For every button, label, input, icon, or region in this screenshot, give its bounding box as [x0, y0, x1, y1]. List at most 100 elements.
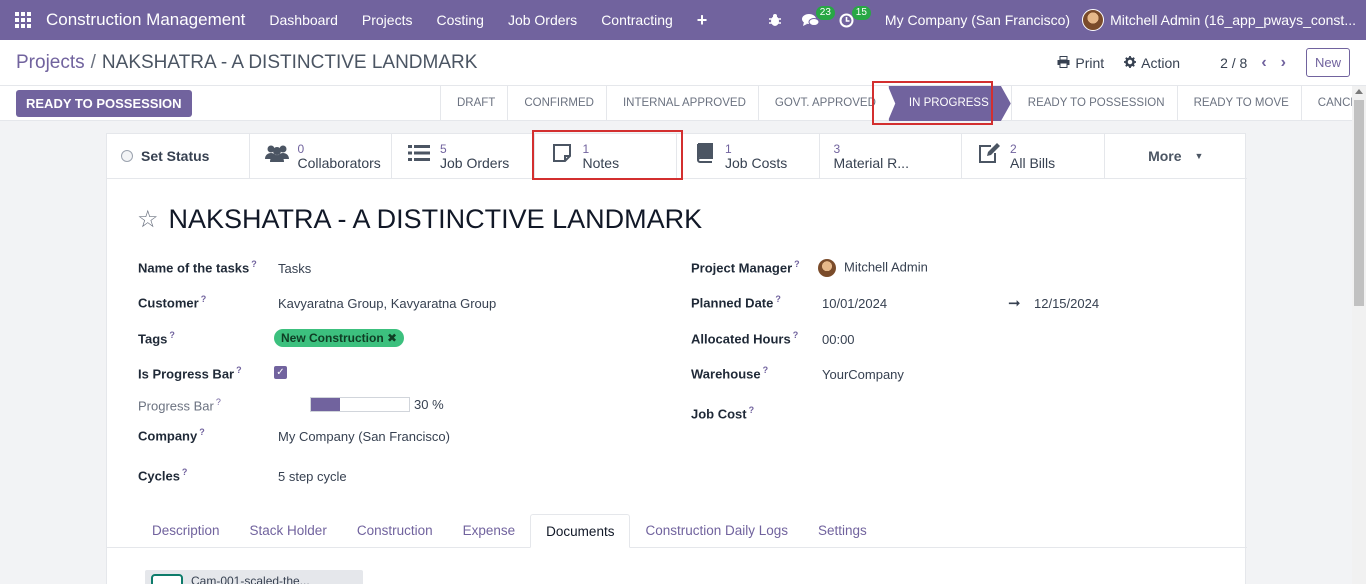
allocated-hours-value[interactable]: 00:00	[822, 332, 855, 347]
company-value[interactable]: My Company (San Francisco)	[278, 429, 450, 444]
material-requisitions-button[interactable]: 3 Material R...	[820, 134, 962, 178]
tab-documents[interactable]: Documents	[530, 514, 631, 548]
main-navbar: Construction Management Dashboard Projec…	[0, 0, 1366, 40]
job-costs-label: Job Costs	[725, 155, 788, 171]
status-bar: READY TO POSSESSION DRAFT CONFIRMED INTE…	[0, 86, 1366, 121]
planned-end-date[interactable]: 12/15/2024	[1034, 296, 1099, 311]
user-avatar[interactable]	[1082, 9, 1105, 31]
collaborators-button[interactable]: 0 Collaborators	[250, 134, 392, 178]
plus-icon[interactable]: +	[685, 0, 720, 40]
pager-next-icon[interactable]: ›	[1281, 54, 1286, 72]
apps-menu-icon[interactable]	[0, 0, 46, 40]
tab-construction-daily-logs[interactable]: Construction Daily Logs	[630, 514, 803, 548]
radio-icon	[121, 150, 133, 162]
menu-contracting[interactable]: Contracting	[589, 0, 685, 40]
user-menu[interactable]: Mitchell Admin (16_app_pways_const...	[1110, 12, 1356, 28]
menu-dashboard[interactable]: Dashboard	[257, 0, 350, 40]
tab-stack-holder[interactable]: Stack Holder	[235, 514, 342, 548]
bug-icon[interactable]	[757, 0, 793, 40]
planned-start-date[interactable]: 10/01/2024	[822, 296, 887, 311]
tab-description[interactable]: Description	[137, 514, 235, 548]
field-name-of-tasks: Name of the tasks?	[138, 259, 257, 275]
notes-button-highlight	[532, 130, 683, 180]
page-scrollbar[interactable]	[1352, 86, 1366, 584]
collaborators-label: Collaborators	[297, 155, 381, 171]
document-icon	[151, 574, 183, 584]
tags-label: Tags?	[138, 330, 175, 347]
breadcrumb-separator: /	[90, 52, 96, 73]
print-button[interactable]: Print	[1057, 55, 1104, 71]
progress-bar-label: Progress Bar?	[138, 397, 221, 414]
material-count: 3	[833, 142, 841, 156]
breadcrumb-projects-link[interactable]: Projects	[16, 52, 85, 73]
menu-projects[interactable]: Projects	[350, 0, 425, 40]
document-name: Cam-001-scaled-the...	[191, 574, 310, 584]
tab-expense[interactable]: Expense	[448, 514, 531, 548]
field-is-progress-bar: Is Progress Bar?	[138, 365, 242, 381]
customer-label: Customer?	[138, 294, 207, 311]
caret-down-icon: ▼	[1194, 151, 1204, 161]
stage-internal-approved[interactable]: INTERNAL APPROVED	[605, 86, 758, 121]
progress-text: 30 %	[414, 397, 444, 412]
tab-construction[interactable]: Construction	[342, 514, 448, 548]
tab-settings[interactable]: Settings	[803, 514, 882, 548]
field-warehouse: Warehouse?	[691, 365, 768, 381]
warehouse-value[interactable]: YourCompany	[822, 367, 904, 382]
menu-job-orders[interactable]: Job Orders	[496, 0, 589, 40]
set-status-button[interactable]: Set Status	[107, 134, 250, 178]
field-tags: Tags?	[138, 330, 175, 346]
job-costs-button[interactable]: 1 Job Costs	[677, 134, 820, 178]
document-attachment[interactable]: Cam-001-scaled-the...	[145, 570, 363, 584]
messages-icon[interactable]: 23	[793, 0, 835, 40]
field-project-manager: Project Manager?	[691, 259, 800, 275]
stage-draft[interactable]: DRAFT	[440, 86, 507, 121]
progress-bar-widget: 30 %	[310, 397, 444, 412]
tag-label: New Construction	[281, 331, 384, 345]
form-sheet: Set Status 0 Collaborators 5 Job Orders 1 N…	[106, 133, 1248, 584]
tag-chip[interactable]: New Construction ✖	[274, 329, 405, 347]
ready-to-possession-button[interactable]: READY TO POSSESSION	[16, 90, 192, 117]
tags-value[interactable]: New Construction ✖	[274, 329, 405, 347]
new-record-button[interactable]: New	[1305, 48, 1350, 77]
pager-previous-icon[interactable]: ‹	[1261, 54, 1266, 72]
favorite-star-icon[interactable]: ☆	[137, 205, 159, 234]
all-bills-button[interactable]: 2 All Bills	[962, 134, 1105, 178]
activities-clock-icon[interactable]: 15	[829, 0, 871, 40]
scroll-up-arrow-icon[interactable]	[1355, 89, 1363, 94]
arrow-right-icon: ➞	[1008, 295, 1021, 312]
more-button[interactable]: More ▼	[1105, 134, 1248, 178]
action-button[interactable]: Action	[1124, 55, 1180, 71]
name-of-tasks-label: Name of the tasks?	[138, 259, 257, 276]
company-label: Company?	[138, 427, 205, 444]
stage-ready-to-move[interactable]: READY TO MOVE	[1176, 86, 1301, 121]
scrollbar-thumb[interactable]	[1354, 100, 1364, 306]
field-cycles: Cycles?	[138, 467, 187, 483]
is-progress-bar-checkbox[interactable]: ✓	[274, 366, 287, 379]
stage-confirmed[interactable]: CONFIRMED	[507, 86, 606, 121]
menu-costing[interactable]: Costing	[424, 0, 495, 40]
field-progress-bar: Progress Bar?	[138, 397, 221, 413]
app-title[interactable]: Construction Management	[46, 10, 245, 30]
stage-ready-to-possession[interactable]: READY TO POSSESSION	[1010, 86, 1177, 121]
pager-value[interactable]: 2 / 8	[1220, 55, 1247, 71]
job-orders-count: 5	[440, 142, 447, 156]
project-manager-label: Project Manager?	[691, 259, 800, 276]
book-icon	[691, 143, 717, 169]
close-icon[interactable]: ✖	[387, 331, 397, 345]
collaborators-count: 0	[297, 142, 305, 156]
project-manager-value[interactable]: Mitchell Admin	[818, 259, 928, 277]
record-title[interactable]: NAKSHATRA - A DISTINCTIVE LANDMARK	[169, 204, 703, 235]
cycles-value[interactable]: 5 step cycle	[278, 469, 347, 484]
company-switcher[interactable]: My Company (San Francisco)	[885, 12, 1070, 28]
job-orders-button[interactable]: 5 Job Orders	[392, 134, 535, 178]
field-allocated-hours: Allocated Hours?	[691, 330, 798, 346]
systray: 23 15 My Company (San Francisco) Mitchel…	[757, 0, 1366, 40]
stage-govt-approved[interactable]: GOVT. APPROVED	[757, 86, 888, 121]
check-icon: ✓	[274, 366, 287, 379]
field-planned-date: Planned Date?	[691, 294, 781, 310]
name-of-tasks-value[interactable]: Tasks	[278, 261, 311, 276]
customer-value[interactable]: Kavyaratna Group, Kavyaratna Group	[278, 296, 496, 311]
action-label: Action	[1141, 54, 1181, 71]
field-job-cost: Job Cost?	[691, 405, 754, 421]
progress-bar	[310, 397, 410, 412]
